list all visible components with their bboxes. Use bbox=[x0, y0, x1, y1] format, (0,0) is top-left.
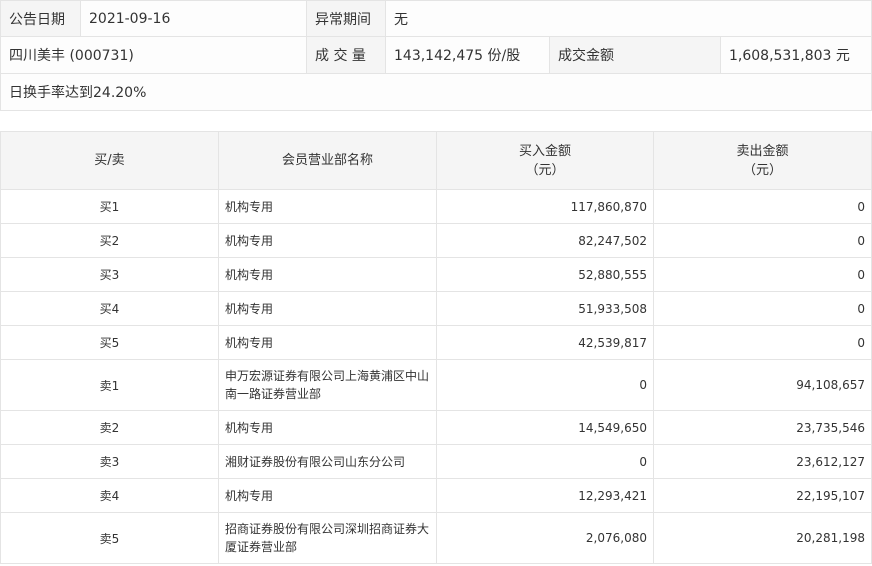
volume-label: 成 交 量 bbox=[306, 36, 386, 74]
side-cell: 卖4 bbox=[0, 478, 219, 513]
sell-amount-cell: 94,108,657 bbox=[653, 359, 872, 411]
table-row: 买5 机构专用 42,539,817 0 bbox=[0, 325, 872, 360]
buy-amount-cell: 2,076,080 bbox=[436, 512, 654, 564]
side-cell: 卖3 bbox=[0, 444, 219, 479]
broker-name-cell: 机构专用 bbox=[218, 410, 437, 445]
buy-amount-cell: 52,880,555 bbox=[436, 257, 654, 292]
buy-amount-cell: 42,539,817 bbox=[436, 325, 654, 360]
broker-name-cell: 申万宏源证券有限公司上海黄浦区中山南一路证券营业部 bbox=[218, 359, 437, 411]
sell-amount-cell: 0 bbox=[653, 189, 872, 224]
broker-name-cell: 机构专用 bbox=[218, 223, 437, 258]
sell-amount-cell: 0 bbox=[653, 257, 872, 292]
buy-amount-cell: 0 bbox=[436, 359, 654, 411]
buy-amount-cell: 82,247,502 bbox=[436, 223, 654, 258]
header-buy: 买入金额 （元） bbox=[436, 131, 654, 190]
header-side: 买/卖 bbox=[0, 131, 219, 190]
broker-name-cell: 机构专用 bbox=[218, 325, 437, 360]
broker-name-cell: 机构专用 bbox=[218, 478, 437, 513]
sell-amount-cell: 22,195,107 bbox=[653, 478, 872, 513]
side-cell: 卖5 bbox=[0, 512, 219, 564]
table-row: 卖4 机构专用 12,293,421 22,195,107 bbox=[0, 478, 872, 513]
sell-amount-cell: 0 bbox=[653, 223, 872, 258]
broker-name-cell: 招商证券股份有限公司深圳招商证券大厦证券营业部 bbox=[218, 512, 437, 564]
table-row: 买4 机构专用 51,933,508 0 bbox=[0, 291, 872, 326]
buy-amount-cell: 51,933,508 bbox=[436, 291, 654, 326]
side-cell: 买2 bbox=[0, 223, 219, 258]
announcement-info-table: 公告日期 2021-09-16 异常期间 无 四川美丰 (000731) 成 交… bbox=[0, 0, 872, 111]
side-cell: 买5 bbox=[0, 325, 219, 360]
table-row: 买2 机构专用 82,247,502 0 bbox=[0, 223, 872, 258]
table-row: 买1 机构专用 117,860,870 0 bbox=[0, 189, 872, 224]
table-row: 卖5 招商证券股份有限公司深圳招商证券大厦证券营业部 2,076,080 20,281… bbox=[0, 512, 872, 564]
date-value: 2021-09-16 bbox=[80, 0, 307, 37]
side-cell: 买1 bbox=[0, 189, 219, 224]
broker-name-cell: 机构专用 bbox=[218, 189, 437, 224]
side-cell: 买3 bbox=[0, 257, 219, 292]
side-cell: 卖1 bbox=[0, 359, 219, 411]
info-row-trade: 四川美丰 (000731) 成 交 量 143,142,475 份/股 成交金额… bbox=[0, 36, 872, 74]
info-row-date: 公告日期 2021-09-16 异常期间 无 bbox=[0, 0, 872, 37]
header-sell: 卖出金额 （元） bbox=[653, 131, 872, 190]
buy-amount-cell: 12,293,421 bbox=[436, 478, 654, 513]
trading-seats-table: 买/卖 会员营业部名称 买入金额 （元） 卖出金额 （元） 买1 机构专用 117,… bbox=[0, 131, 872, 564]
sell-amount-cell: 0 bbox=[653, 325, 872, 360]
broker-name-cell: 湘财证券股份有限公司山东分公司 bbox=[218, 444, 437, 479]
broker-name-cell: 机构专用 bbox=[218, 257, 437, 292]
side-cell: 卖2 bbox=[0, 410, 219, 445]
table-row: 买3 机构专用 52,880,555 0 bbox=[0, 257, 872, 292]
reason-text: 日换手率达到24.20% bbox=[0, 73, 872, 111]
period-value: 无 bbox=[384, 0, 872, 37]
table-header-row: 买/卖 会员营业部名称 买入金额 （元） 卖出金额 （元） bbox=[0, 131, 872, 190]
table-row: 卖2 机构专用 14,549,650 23,735,546 bbox=[0, 410, 872, 445]
amount-value: 1,608,531,803 元 bbox=[719, 36, 872, 74]
sell-amount-cell: 23,735,546 bbox=[653, 410, 872, 445]
sell-amount-cell: 0 bbox=[653, 291, 872, 326]
broker-name-cell: 机构专用 bbox=[218, 291, 437, 326]
buy-amount-cell: 14,549,650 bbox=[436, 410, 654, 445]
buy-amount-cell: 0 bbox=[436, 444, 654, 479]
volume-value: 143,142,475 份/股 bbox=[385, 36, 550, 74]
period-label: 异常期间 bbox=[306, 0, 386, 37]
table-row: 卖1 申万宏源证券有限公司上海黄浦区中山南一路证券营业部 0 94,108,657 bbox=[0, 359, 872, 411]
stock-name: 四川美丰 (000731) bbox=[0, 36, 307, 74]
date-label: 公告日期 bbox=[0, 0, 81, 37]
side-cell: 买4 bbox=[0, 291, 219, 326]
sell-amount-cell: 23,612,127 bbox=[653, 444, 872, 479]
sell-amount-cell: 20,281,198 bbox=[653, 512, 872, 564]
buy-amount-cell: 117,860,870 bbox=[436, 189, 654, 224]
header-name: 会员营业部名称 bbox=[218, 131, 437, 190]
info-row-reason: 日换手率达到24.20% bbox=[0, 73, 872, 111]
amount-label: 成交金额 bbox=[549, 36, 721, 74]
table-row: 卖3 湘财证券股份有限公司山东分公司 0 23,612,127 bbox=[0, 444, 872, 479]
